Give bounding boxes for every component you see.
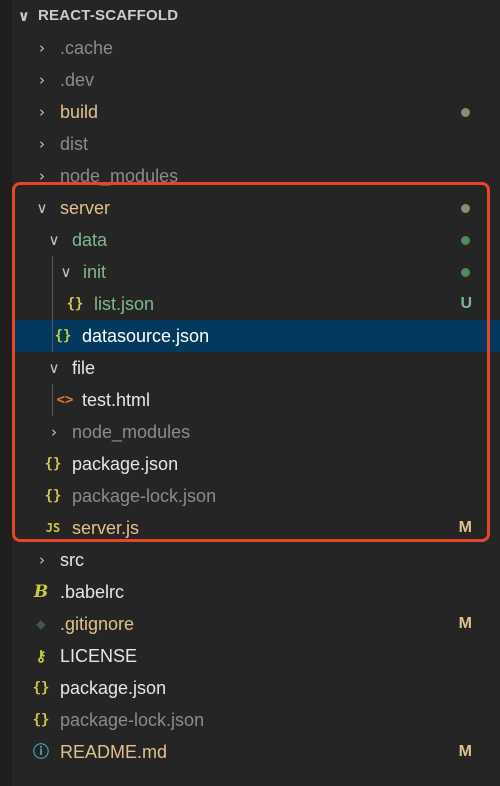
indent-guide xyxy=(52,384,53,416)
git-status-badge: U xyxy=(460,295,472,312)
indent-guide xyxy=(52,288,53,320)
tree-item-label: package.json xyxy=(72,454,179,474)
license-icon: ⚷ xyxy=(35,647,47,665)
tree-item-label: package.json xyxy=(60,678,167,698)
tree-item-label: data xyxy=(72,230,108,250)
tree-item-label: server xyxy=(60,198,111,218)
chevron-right-icon: › xyxy=(39,135,45,153)
tree-item-label: src xyxy=(60,550,84,570)
tree-item-server-node-modules[interactable]: › node_modules xyxy=(12,416,500,448)
git-icon: ◆ xyxy=(36,614,46,633)
tree-item-label: package-lock.json xyxy=(60,710,205,730)
tree-item-server-js[interactable]: JS server.js M xyxy=(12,512,500,544)
tree-item-init[interactable]: ∨ init xyxy=(12,256,500,288)
json-icon: {} xyxy=(44,456,62,472)
tree-item-label: dist xyxy=(60,134,89,154)
tree-item-label: node_modules xyxy=(60,166,179,186)
tree-item-label: datasource.json xyxy=(82,326,210,346)
modified-dot-icon xyxy=(461,204,470,213)
git-status-badge: M xyxy=(458,615,472,632)
chevron-right-icon: › xyxy=(39,71,45,89)
indent-guide xyxy=(52,256,53,288)
chevron-down-icon: ∨ xyxy=(36,199,48,217)
chevron-right-icon: › xyxy=(39,103,45,121)
chevron-right-icon: › xyxy=(39,167,45,185)
git-status-badge: M xyxy=(458,519,472,536)
chevron-down-icon: ∨ xyxy=(48,359,60,377)
json-icon: {} xyxy=(32,712,50,728)
json-icon: {} xyxy=(32,680,50,696)
tree-item-build[interactable]: › build xyxy=(12,96,500,128)
tree-item-label: .babelrc xyxy=(60,582,125,602)
js-icon: JS xyxy=(45,521,61,535)
tree-item-server[interactable]: ∨ server xyxy=(12,192,500,224)
json-icon: {} xyxy=(44,488,62,504)
tree-item-file[interactable]: ∨ file xyxy=(12,352,500,384)
modified-dot-icon xyxy=(461,108,470,117)
tree-item-label: .gitignore xyxy=(60,614,135,634)
tree-item-gitignore[interactable]: ◆ .gitignore M xyxy=(12,608,500,640)
tree-item-server-package-json[interactable]: {} package.json xyxy=(12,448,500,480)
tree-item-babelrc[interactable]: B .babelrc xyxy=(12,576,500,608)
tree-item-license[interactable]: ⚷ LICENSE xyxy=(12,640,500,672)
tree-item-label: init xyxy=(83,262,107,282)
tree-item-data[interactable]: ∨ data xyxy=(12,224,500,256)
activity-gutter xyxy=(0,0,12,786)
tree-item-label: README.md xyxy=(60,742,168,762)
chevron-down-icon: ∨ xyxy=(60,263,72,281)
json-icon: {} xyxy=(54,328,72,344)
tree-item-label: .dev xyxy=(60,70,95,90)
tree-item-label: node_modules xyxy=(72,422,191,442)
chevron-right-icon: › xyxy=(51,423,57,441)
tree-item-datasource-json[interactable]: {} datasource.json xyxy=(12,320,500,352)
tree-item-label: test.html xyxy=(82,390,151,410)
chevron-down-icon: ∨ xyxy=(48,231,60,249)
explorer-root-header[interactable]: ∨ REACT-SCAFFOLD xyxy=(12,0,500,32)
chevron-down-icon: ∨ xyxy=(17,7,31,25)
file-explorer-tree: ∨ REACT-SCAFFOLD › .cache › .dev › build… xyxy=(12,0,500,768)
tree-item-dist[interactable]: › dist xyxy=(12,128,500,160)
chevron-right-icon: › xyxy=(39,39,45,57)
tree-item-label: build xyxy=(60,102,99,122)
tree-item-label: LICENSE xyxy=(60,646,138,666)
untracked-dot-icon xyxy=(461,236,470,245)
root-folder-label: REACT-SCAFFOLD xyxy=(38,7,179,24)
tree-item-dev[interactable]: › .dev xyxy=(12,64,500,96)
tree-item-label: .cache xyxy=(60,38,114,58)
tree-item-package-json[interactable]: {} package.json xyxy=(12,672,500,704)
tree-item-label: server.js xyxy=(72,518,140,538)
info-icon: ⓘ xyxy=(32,742,49,761)
tree-item-cache[interactable]: › .cache xyxy=(12,32,500,64)
git-status-badge: M xyxy=(458,743,472,760)
tree-item-server-package-lock-json[interactable]: {} package-lock.json xyxy=(12,480,500,512)
tree-item-src[interactable]: › src xyxy=(12,544,500,576)
tree-item-node-modules[interactable]: › node_modules xyxy=(12,160,500,192)
chevron-right-icon: › xyxy=(39,551,45,569)
html-icon: <> xyxy=(56,392,74,408)
tree-item-label: file xyxy=(72,358,96,378)
tree-item-label: package-lock.json xyxy=(72,486,217,506)
untracked-dot-icon xyxy=(461,268,470,277)
tree-item-readme[interactable]: ⓘ README.md M xyxy=(12,736,500,768)
json-icon: {} xyxy=(66,296,84,312)
tree-item-list-json[interactable]: {} list.json U xyxy=(12,288,500,320)
tree-item-test-html[interactable]: <> test.html xyxy=(12,384,500,416)
babel-icon: B xyxy=(33,582,49,602)
tree-item-label: list.json xyxy=(94,294,155,314)
tree-item-package-lock-json[interactable]: {} package-lock.json xyxy=(12,704,500,736)
